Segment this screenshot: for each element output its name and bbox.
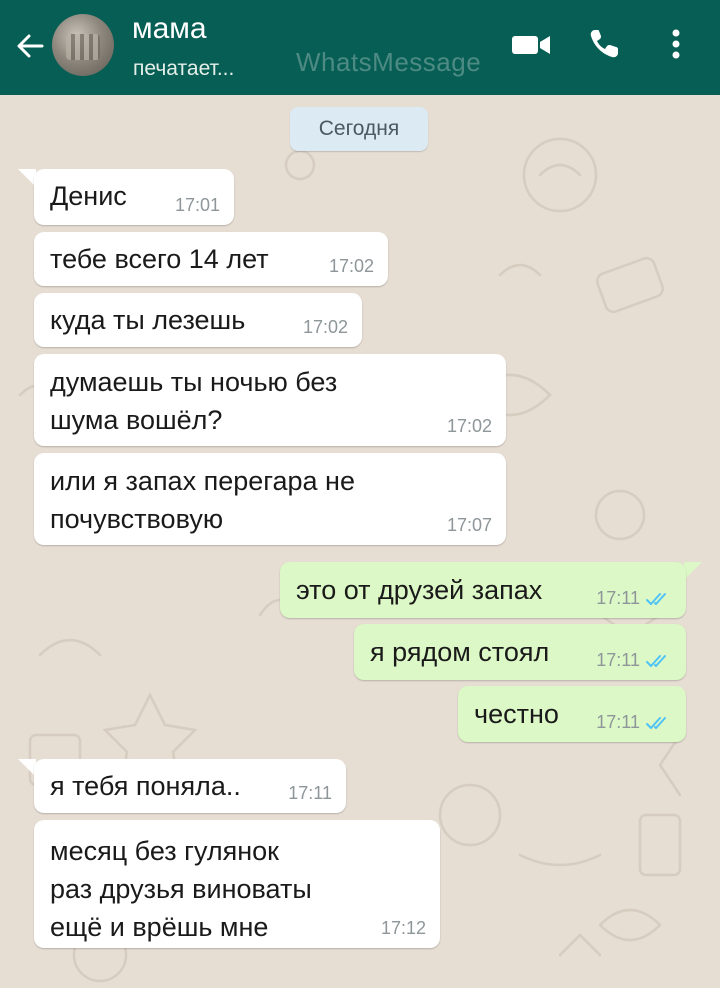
message-time: 17:11 [596,650,640,670]
message-time: 17:07 [446,515,492,535]
message-text: думаешь ты ночью без шума вошёл? [50,367,338,435]
message-time: 17:11 [288,783,332,803]
avatar[interactable] [52,14,114,76]
read-receipt-icon [646,654,666,667]
message-meta: 17:02 [447,416,492,437]
message-bubble-incoming[interactable]: тебе всего 14 лет 17:02 [34,232,388,286]
message-bubble-incoming[interactable]: Денис 17:01 [34,169,234,225]
message-text: куда ты лезешь [50,305,246,335]
message-text: тебе всего 14 лет [50,244,269,274]
message-meta: 17:11 [596,650,672,671]
message-meta: 17:11 [288,783,332,804]
chat-area[interactable]: Сегодня Денис 17:01 тебе всего 14 лет 17… [0,95,720,988]
more-vert-icon[interactable] [664,26,688,62]
watermark: WhatsMessage [296,47,482,77]
message-text: или я запах перегара не почувствовую [50,466,355,534]
contact-name[interactable]: мама [132,12,207,46]
message-meta: 17:01 [175,195,220,216]
message-bubble-incoming[interactable]: или я запах перегара не почувствовую 17:… [34,453,506,545]
date-separator: Сегодня [290,107,428,151]
message-meta: 17:12 [381,918,426,939]
message-text: месяц без гулянок раз друзья виноваты ещ… [50,836,312,942]
message-bubble-incoming[interactable]: месяц без гулянок раз друзья виноваты ещ… [34,820,440,948]
message-bubble-outgoing[interactable]: я рядом стоял 17:11 [354,624,686,680]
message-time: 17:02 [302,317,348,337]
message-time: 17:11 [596,712,640,732]
message-meta: 17:11 [596,712,672,733]
message-time: 17:01 [174,195,220,215]
back-arrow-icon[interactable] [14,30,46,62]
message-time: 17:11 [596,588,640,608]
message-bubble-incoming[interactable]: думаешь ты ночью без шума вошёл? 17:02 [34,354,506,446]
message-bubble-outgoing[interactable]: это от друзей запах 17:11 [280,562,686,618]
message-meta: 17:11 [596,588,672,609]
chat-header: мама печатает... WhatsMessage [0,0,720,95]
phone-icon[interactable] [586,26,622,62]
read-receipt-icon [646,716,666,729]
read-receipt-icon [646,592,666,605]
bubble-tail [684,562,702,580]
message-meta: 17:02 [303,317,348,338]
video-call-icon[interactable] [510,30,552,60]
message-bubble-incoming[interactable]: я тебя поняла.. 17:11 [34,759,346,813]
message-meta: 17:07 [447,515,492,536]
message-time: 17:02 [446,416,492,436]
message-time: 17:02 [328,256,374,276]
message-time: 17:12 [380,918,426,938]
message-bubble-incoming[interactable]: куда ты лезешь 17:02 [34,293,362,347]
message-meta: 17:02 [329,256,374,277]
message-bubble-outgoing[interactable]: честно 17:11 [458,686,686,742]
typing-status: печатает... [133,57,235,80]
